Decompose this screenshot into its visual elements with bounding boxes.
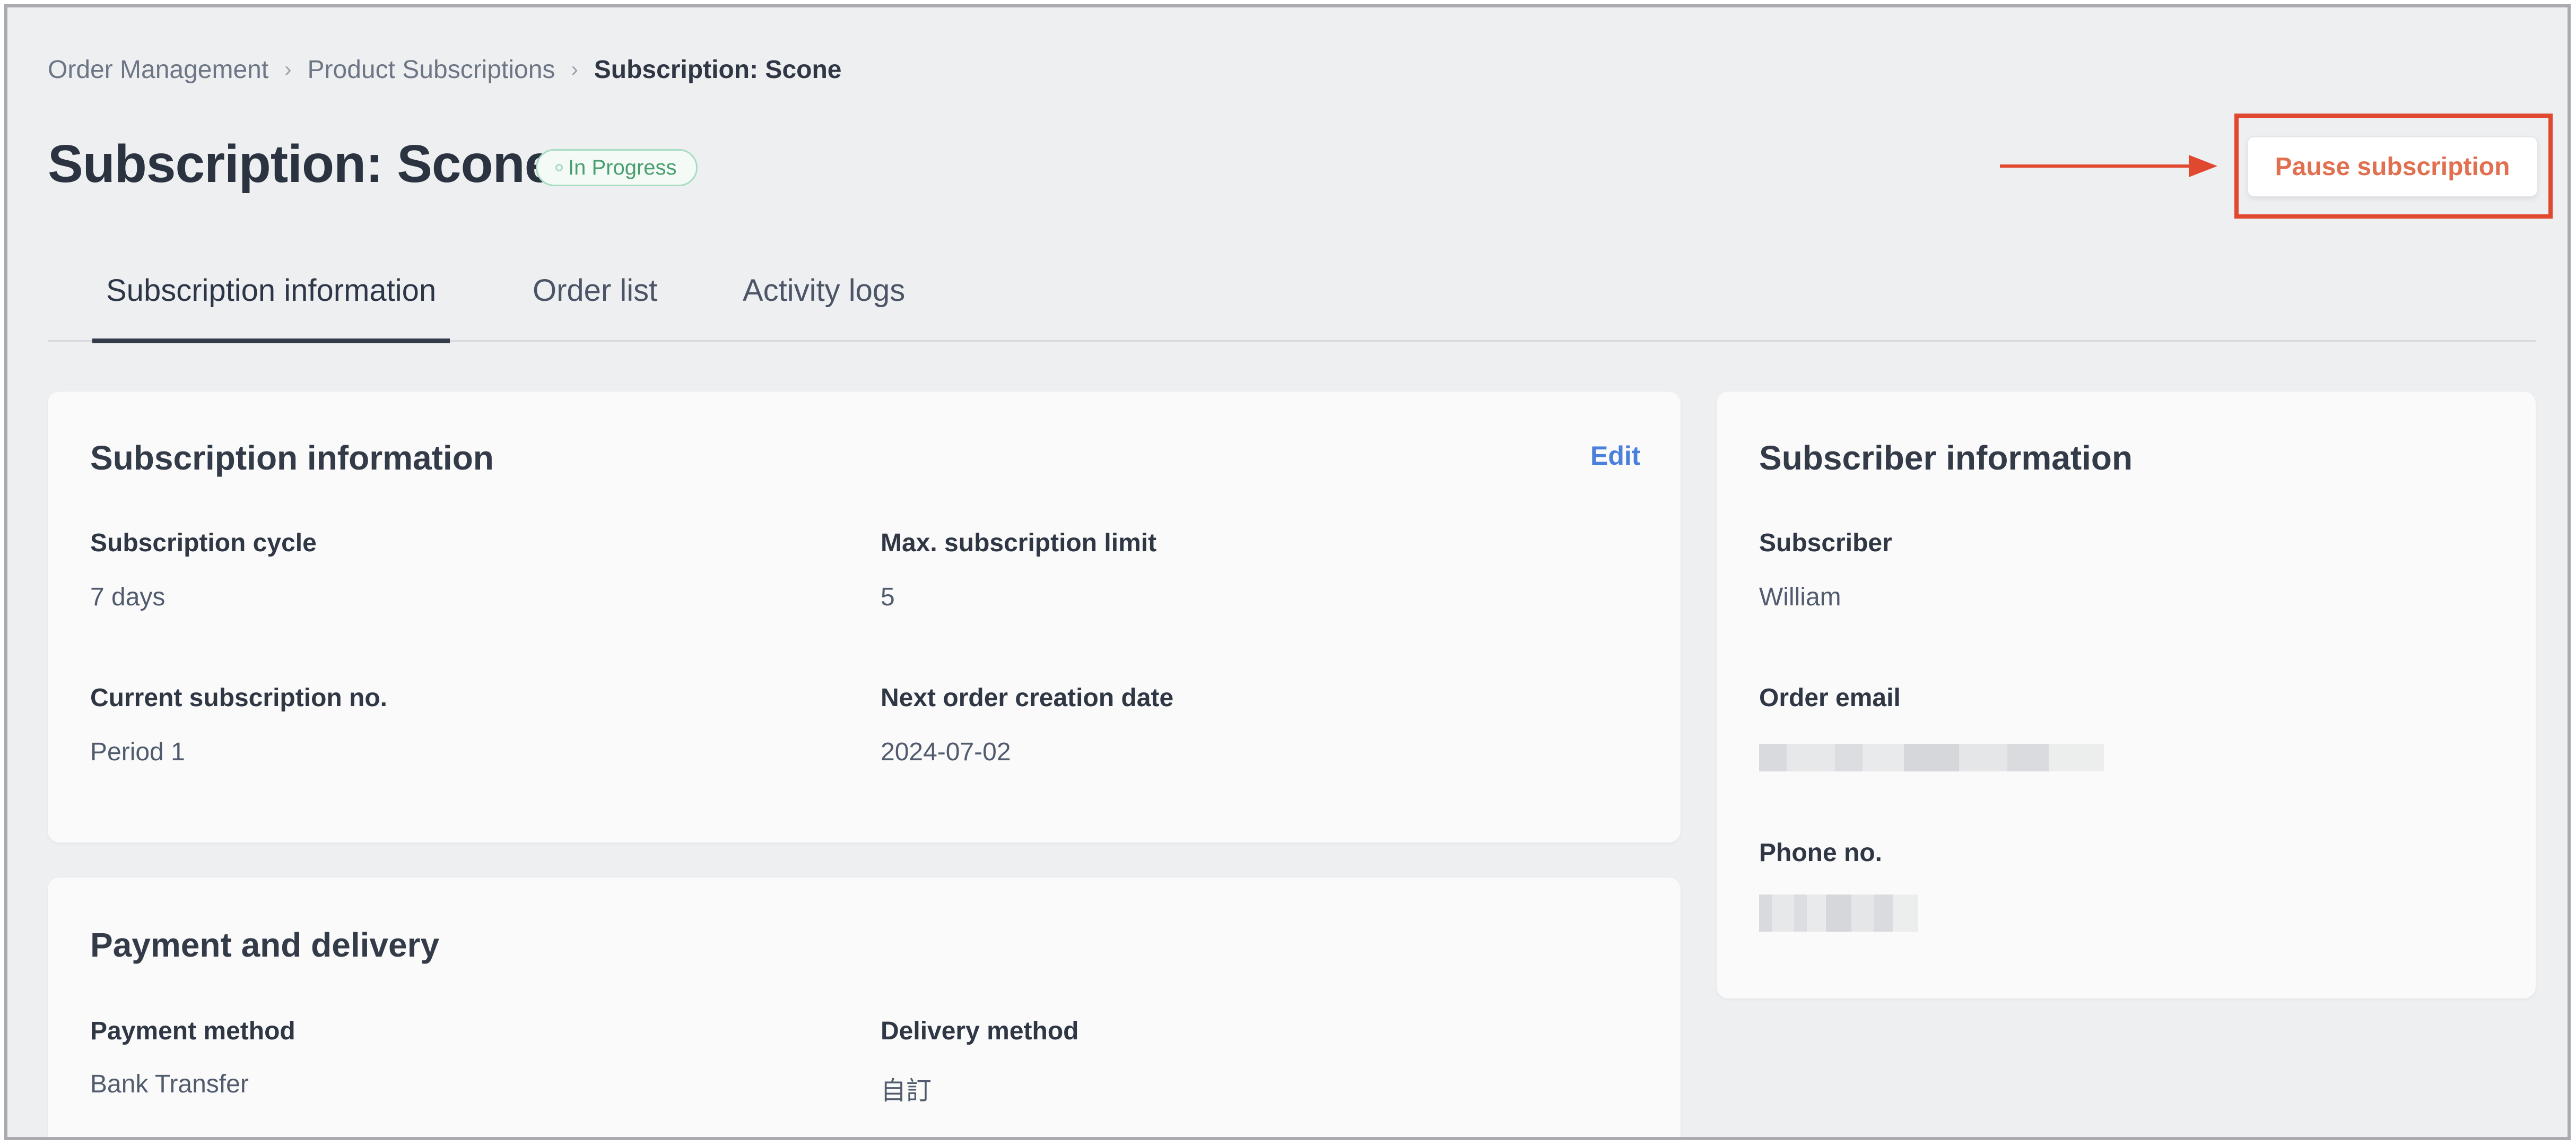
next-order-date-value: 2024-07-02 — [881, 738, 1011, 766]
status-badge-label: In Progress — [568, 155, 677, 179]
phone-no-redacted — [1759, 895, 1918, 932]
order-email-label: Order email — [1759, 684, 1901, 712]
breadcrumb-order-management[interactable]: Order Management — [48, 55, 268, 84]
breadcrumb-current: Subscription: Scone — [594, 56, 842, 84]
order-email-redacted — [1759, 744, 2104, 771]
breadcrumb-product-subscriptions[interactable]: Product Subscriptions — [308, 55, 555, 84]
current-subscription-no-value: Period 1 — [90, 738, 185, 766]
edit-subscription-link[interactable]: Edit — [1590, 440, 1640, 471]
breadcrumb: Order Management › Product Subscriptions… — [48, 55, 841, 84]
breadcrumb-separator: › — [284, 58, 292, 81]
delivery-method-value: 自訂 — [881, 1077, 932, 1105]
annotation-arrow-line — [2000, 164, 2191, 168]
subscription-cycle-value: 7 days — [90, 583, 166, 611]
tab-order-list[interactable]: Order list — [519, 273, 671, 342]
payment-delivery-title: Payment and delivery — [90, 926, 440, 964]
current-subscription-no-label: Current subscription no. — [90, 684, 388, 712]
delivery-method-label: Delivery method — [881, 1017, 1079, 1045]
phone-no-label: Phone no. — [1759, 839, 1882, 867]
subscriber-info-title: Subscriber information — [1759, 439, 2133, 477]
subscription-cycle-label: Subscription cycle — [90, 529, 317, 557]
payment-delivery-card: Payment and delivery Payment method Bank… — [48, 878, 1681, 1137]
payment-method-value: Bank Transfer — [90, 1070, 249, 1098]
max-limit-value: 5 — [881, 583, 895, 611]
subscriber-value: William — [1759, 583, 1841, 611]
subscription-info-title: Subscription information — [90, 439, 494, 477]
tab-activity-logs[interactable]: Activity logs — [729, 273, 919, 342]
subscription-info-card: Subscription information Edit Subscripti… — [48, 392, 1681, 843]
breadcrumb-separator: › — [571, 58, 578, 81]
pause-subscription-button[interactable]: Pause subscription — [2247, 136, 2538, 197]
tab-bar: Subscription information Order list Acti… — [48, 257, 2536, 343]
subscriber-info-card: Subscriber information Subscriber Willia… — [1717, 392, 2536, 999]
tab-subscription-information[interactable]: Subscription information — [92, 273, 450, 343]
subscriber-label: Subscriber — [1759, 529, 1892, 557]
annotation-arrow-head-icon — [2189, 155, 2217, 177]
payment-method-label: Payment method — [90, 1017, 295, 1045]
max-limit-label: Max. subscription limit — [881, 529, 1157, 557]
next-order-date-label: Next order creation date — [881, 684, 1174, 712]
status-dot-icon — [555, 164, 563, 171]
status-badge: In Progress — [536, 149, 698, 186]
page-title: Subscription: Scone — [48, 134, 554, 194]
app-window: Order Management › Product Subscriptions… — [4, 4, 2571, 1140]
